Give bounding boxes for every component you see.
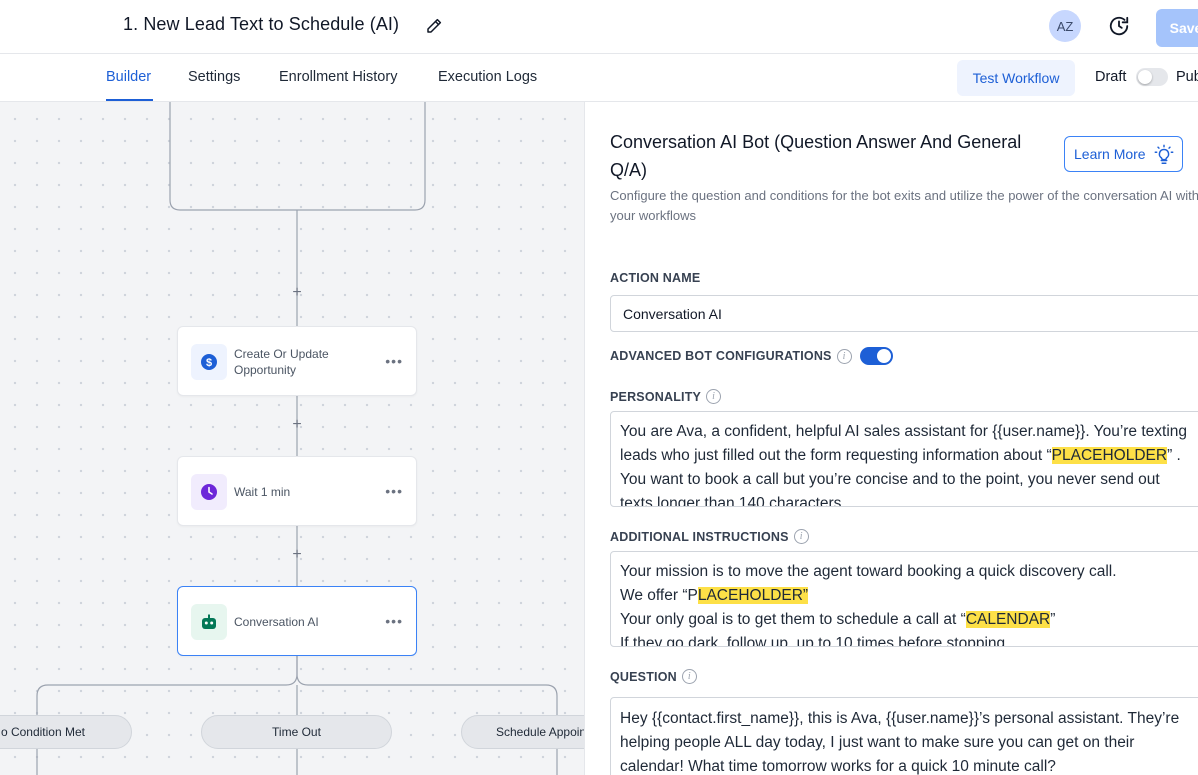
active-tab-indicator (106, 99, 153, 101)
more-options-icon[interactable]: ••• (385, 483, 403, 499)
learn-more-label: Learn More (1074, 146, 1146, 162)
clock-icon (191, 474, 227, 510)
tabs-bar: Builder Settings Enrollment History Exec… (0, 54, 1198, 102)
svg-text:$: $ (206, 357, 212, 369)
more-options-icon[interactable]: ••• (385, 613, 403, 629)
personality-textarea[interactable]: You are Ava, a confident, helpful AI sal… (610, 411, 1198, 507)
workflow-node-conversation-ai[interactable]: Conversation AI ••• (177, 586, 417, 656)
learn-more-button[interactable]: Learn More (1064, 136, 1183, 172)
tab-settings[interactable]: Settings (188, 69, 240, 85)
add-step-button[interactable]: + (289, 416, 305, 434)
advanced-config-toggle[interactable] (859, 347, 893, 365)
highlighted-text: PLACEHOLDER (1051, 447, 1168, 464)
highlighted-text: CALENDAR (965, 611, 1051, 628)
node-label: Create Or Update Opportunity (234, 347, 329, 377)
more-options-icon[interactable]: ••• (385, 353, 403, 369)
branch-label: No Condition Met (0, 725, 85, 739)
node-label: Wait 1 min (234, 485, 291, 499)
highlighted-text: LACEHOLDER” (697, 587, 809, 604)
workflow-title[interactable]: 1. New Lead Text to Schedule (AI) (123, 14, 399, 35)
info-icon[interactable]: i (706, 389, 722, 404)
pencil-icon[interactable] (425, 17, 443, 35)
action-name-input[interactable]: Conversation AI (610, 295, 1198, 332)
connector-lines (36, 102, 558, 775)
workflow-canvas[interactable]: + + + $ Create Or Update Opportunity •••… (0, 102, 584, 775)
dollar-icon: $ (191, 344, 227, 380)
test-workflow-button[interactable]: Test Workflow (957, 60, 1075, 96)
branch-label: Schedule Appointment (496, 725, 584, 739)
info-icon[interactable]: i (681, 669, 697, 684)
top-bar: 1. New Lead Text to Schedule (AI) AZ Sav… (0, 0, 1198, 54)
additional-instructions-label: ADDITIONAL INSTRUCTIONS i (610, 529, 809, 544)
branch-pill-time-out[interactable]: Time Out (201, 715, 392, 749)
draft-label: Draft (1095, 69, 1127, 85)
branch-pill-no-condition[interactable]: No Condition Met (0, 715, 132, 749)
info-icon[interactable]: i (836, 348, 852, 364)
tab-execution-logs[interactable]: Execution Logs (438, 69, 537, 85)
action-name-label: ACTION NAME (610, 271, 701, 285)
advanced-config-label: ADVANCED BOT CONFIGURATIONS i (610, 347, 893, 365)
question-textarea[interactable]: Hey {{contact.first_name}}, this is Ava,… (610, 697, 1198, 775)
panel-title: Conversation AI Bot (Question Answer And… (610, 132, 1022, 180)
tab-enrollment-history[interactable]: Enrollment History (279, 69, 397, 85)
info-icon[interactable]: i (793, 529, 809, 544)
add-step-button[interactable]: + (289, 284, 305, 302)
add-step-button[interactable]: + (289, 546, 305, 564)
node-label: Conversation AI (234, 615, 319, 629)
robot-icon (191, 604, 227, 640)
publish-label: Publish (1176, 69, 1198, 85)
lightbulb-icon (1154, 144, 1174, 164)
additional-instructions-textarea[interactable]: Your mission is to move the agent toward… (610, 551, 1198, 647)
publish-toggle[interactable] (1136, 68, 1168, 86)
question-label: QUESTION i (610, 669, 697, 684)
history-icon[interactable] (1108, 15, 1130, 37)
workflow-node-create-opportunity[interactable]: $ Create Or Update Opportunity ••• (177, 326, 417, 396)
branch-label: Time Out (272, 725, 321, 739)
tab-builder[interactable]: Builder (106, 69, 151, 85)
branch-pill-schedule-appointment[interactable]: Schedule Appointment (461, 715, 584, 749)
workflow-node-wait[interactable]: Wait 1 min ••• (177, 456, 417, 526)
personality-label: PERSONALITY i (610, 389, 722, 404)
save-button[interactable]: Save (1156, 9, 1198, 47)
avatar[interactable]: AZ (1049, 10, 1081, 42)
action-config-panel: Conversation AI Bot (Question Answer And… (584, 102, 1198, 775)
panel-description: Configure the question and conditions fo… (610, 188, 1198, 223)
